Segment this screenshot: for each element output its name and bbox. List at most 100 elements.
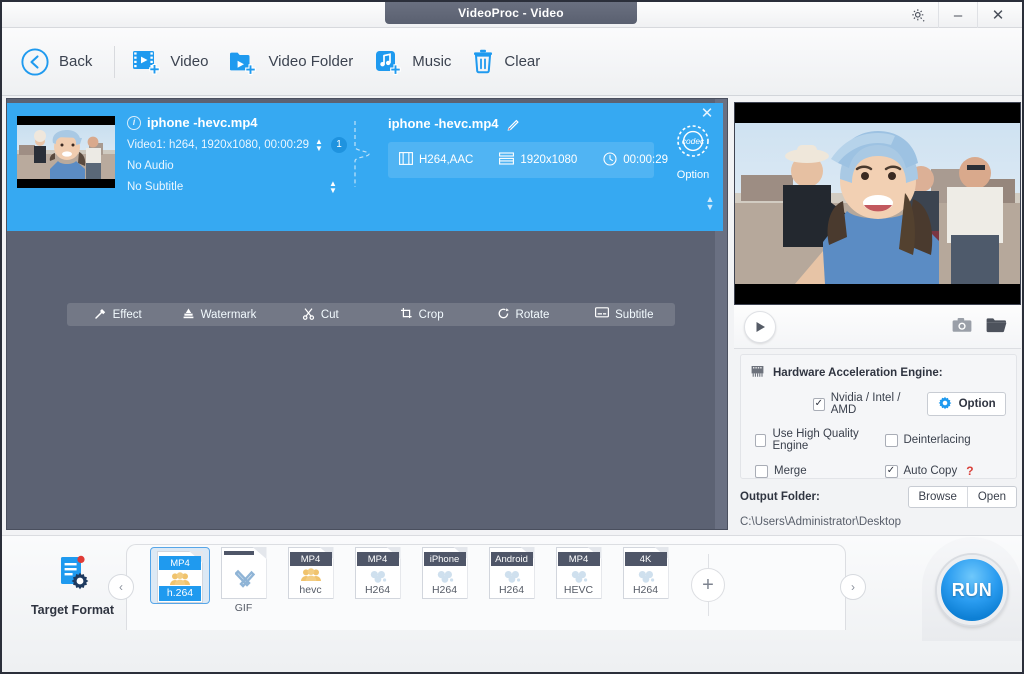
video-preview[interactable] — [734, 102, 1021, 305]
open-button[interactable]: Open — [966, 487, 1016, 507]
preset-tag: 4K — [624, 552, 667, 566]
preset-mp4-h264-2[interactable]: MP4 H264 — [344, 547, 411, 599]
trash-icon — [471, 48, 495, 76]
deinterlacing-box[interactable] — [884, 433, 898, 447]
camera-icon[interactable] — [952, 317, 972, 336]
nvidia-checkbox-box[interactable]: ✓ — [813, 397, 825, 411]
cut-button[interactable]: Cut — [270, 307, 371, 323]
chip-icon — [749, 364, 766, 381]
audio-track-label: No Audio — [127, 159, 174, 172]
add-video-folder-button[interactable]: Video Folder — [224, 44, 369, 80]
info-icon[interactable]: i — [127, 115, 141, 130]
window-title: VideoProc - Video — [385, 2, 637, 24]
engine-option-button[interactable]: Option — [927, 392, 1006, 416]
crop-button[interactable]: Crop — [371, 307, 472, 323]
preset-name: GIF — [234, 602, 253, 614]
track-count-badge: 1 — [330, 136, 347, 153]
preset-tag: MP4 — [557, 552, 600, 566]
add-music-label: Music — [412, 53, 452, 70]
preset-iphone-h264[interactable]: iPhone H264 — [411, 547, 478, 599]
deinterlacing-label: Deinterlacing — [903, 434, 971, 446]
output-folder-path[interactable]: C:\Users\Administrator\Desktop — [740, 516, 1017, 528]
preset-android-h264[interactable]: Android H264 — [478, 547, 545, 599]
add-video-icon — [131, 48, 161, 76]
preset-mp4-hevc-2[interactable]: MP4 HEVC — [545, 547, 612, 599]
clear-label: Clear — [504, 53, 541, 70]
codec-option-button[interactable]: codec Option — [667, 119, 719, 181]
audio-track-row: No Audio — [127, 158, 357, 173]
flow-connector — [352, 119, 376, 189]
play-button[interactable] — [744, 310, 776, 343]
clear-button[interactable]: Clear — [467, 44, 556, 80]
codec-gear-icon: codec — [669, 125, 717, 168]
engine-checkbox-grid: Use High Quality Engine Deinterlacing Me… — [749, 428, 1006, 478]
video-track-spinner-icon[interactable]: ▲ ▼ — [315, 137, 323, 152]
clock-icon — [603, 151, 617, 169]
output-title-row: iphone -hevc.mp4 — [388, 116, 654, 131]
high-quality-engine-checkbox[interactable]: Use High Quality Engine — [755, 428, 881, 452]
output-file-name: iphone -hevc.mp4 — [388, 116, 499, 131]
auto-copy-box[interactable]: ✓ — [884, 464, 898, 478]
file-card[interactable]: ✕ i iphone -hevc.mp4 Video1: h264, 1920x… — [7, 103, 723, 326]
auto-copy-checkbox[interactable]: ✓ Auto Copy ? — [884, 464, 974, 478]
preset-mp4-hevc[interactable]: MP4 hevc — [277, 547, 344, 599]
scroll-down-icon[interactable]: ▼ — [706, 203, 715, 212]
preset-mp4-h264[interactable]: MP4 h.264 — [150, 547, 210, 604]
preset-file-icon: MP4 HEVC — [555, 547, 602, 599]
preset-codec: H264 — [364, 584, 391, 596]
add-video-folder-label: Video Folder — [268, 53, 354, 70]
video-track-row[interactable]: Video1: h264, 1920x1080, 00:00:29 ▲ ▼ 1 — [127, 136, 357, 153]
add-preset-button[interactable]: + — [691, 568, 725, 602]
add-music-button[interactable]: Music — [369, 44, 467, 80]
auto-copy-help-icon[interactable]: ? — [966, 464, 973, 478]
pencil-icon[interactable] — [506, 117, 520, 131]
deinterlacing-checkbox[interactable]: Deinterlacing — [884, 428, 971, 452]
target-format-icon — [52, 555, 94, 597]
rotate-button[interactable]: Rotate — [472, 307, 573, 323]
folder-icon[interactable] — [986, 317, 1007, 336]
card-scroll-arrows[interactable]: ▲ ▼ — [703, 195, 717, 212]
minimize-button[interactable]: – — [938, 2, 978, 28]
close-button[interactable]: ✕ — [978, 2, 1018, 28]
duration-value: 00:00:29 — [623, 154, 669, 166]
preset-file-icon: Android H264 — [488, 547, 535, 599]
toolbar-divider — [114, 45, 116, 78]
run-button[interactable]: RUN — [937, 555, 1007, 625]
preset-tag: iPhone — [423, 552, 466, 566]
preset-4k-h264[interactable]: 4K H264 — [612, 547, 679, 599]
subtitle-track-row[interactable]: No Subtitle ▲ ▼ — [127, 179, 357, 194]
browse-button[interactable]: Browse — [909, 487, 967, 507]
high-quality-engine-box[interactable] — [755, 433, 767, 447]
hardware-acceleration-header: Hardware Acceleration Engine: — [749, 364, 1006, 381]
preset-codec: HEVC — [563, 584, 594, 596]
output-folder-header: Output Folder: Browse Open — [740, 486, 1017, 508]
cut-label: Cut — [320, 308, 339, 321]
effect-button[interactable]: Effect — [67, 307, 168, 323]
preset-gif[interactable]: GIF — [210, 547, 277, 614]
source-file-info: i iphone -hevc.mp4 Video1: h264, 1920x10… — [127, 115, 357, 194]
nvidia-checkbox[interactable]: ✓ Nvidia / Intel / AMD — [813, 392, 917, 416]
subtitle-button[interactable]: Subtitle — [574, 307, 675, 322]
output-folder-section: Output Folder: Browse Open C:\Users\Admi… — [740, 486, 1017, 530]
preset-codec: H264 — [431, 584, 458, 596]
crop-icon — [400, 307, 413, 323]
preset-separator-top — [707, 554, 709, 568]
add-preset-section: + — [691, 547, 725, 623]
gear-icon[interactable] — [898, 2, 938, 28]
merge-checkbox[interactable]: Merge — [755, 464, 881, 478]
watermark-button[interactable]: Watermark — [168, 307, 269, 323]
back-button[interactable]: Back — [16, 43, 108, 81]
nvidia-row: ✓ Nvidia / Intel / AMD Option — [749, 392, 1006, 416]
watermark-label: Watermark — [200, 308, 257, 321]
subtitle-track-spinner-icon[interactable]: ▲ ▼ — [329, 179, 337, 194]
merge-box[interactable] — [755, 464, 768, 478]
add-video-label: Video — [170, 53, 209, 70]
output-folder-buttons: Browse Open — [907, 486, 1017, 508]
thumbnail-image — [17, 125, 115, 179]
preset-next-button[interactable]: › — [840, 574, 866, 600]
codec-spec: H264,AAC — [399, 152, 473, 168]
preset-prev-button[interactable]: ‹ — [108, 574, 134, 600]
preset-file-icon: MP4 H264 — [354, 547, 401, 599]
preset-file-icon: iPhone H264 — [421, 547, 468, 599]
add-video-button[interactable]: Video — [127, 44, 224, 80]
